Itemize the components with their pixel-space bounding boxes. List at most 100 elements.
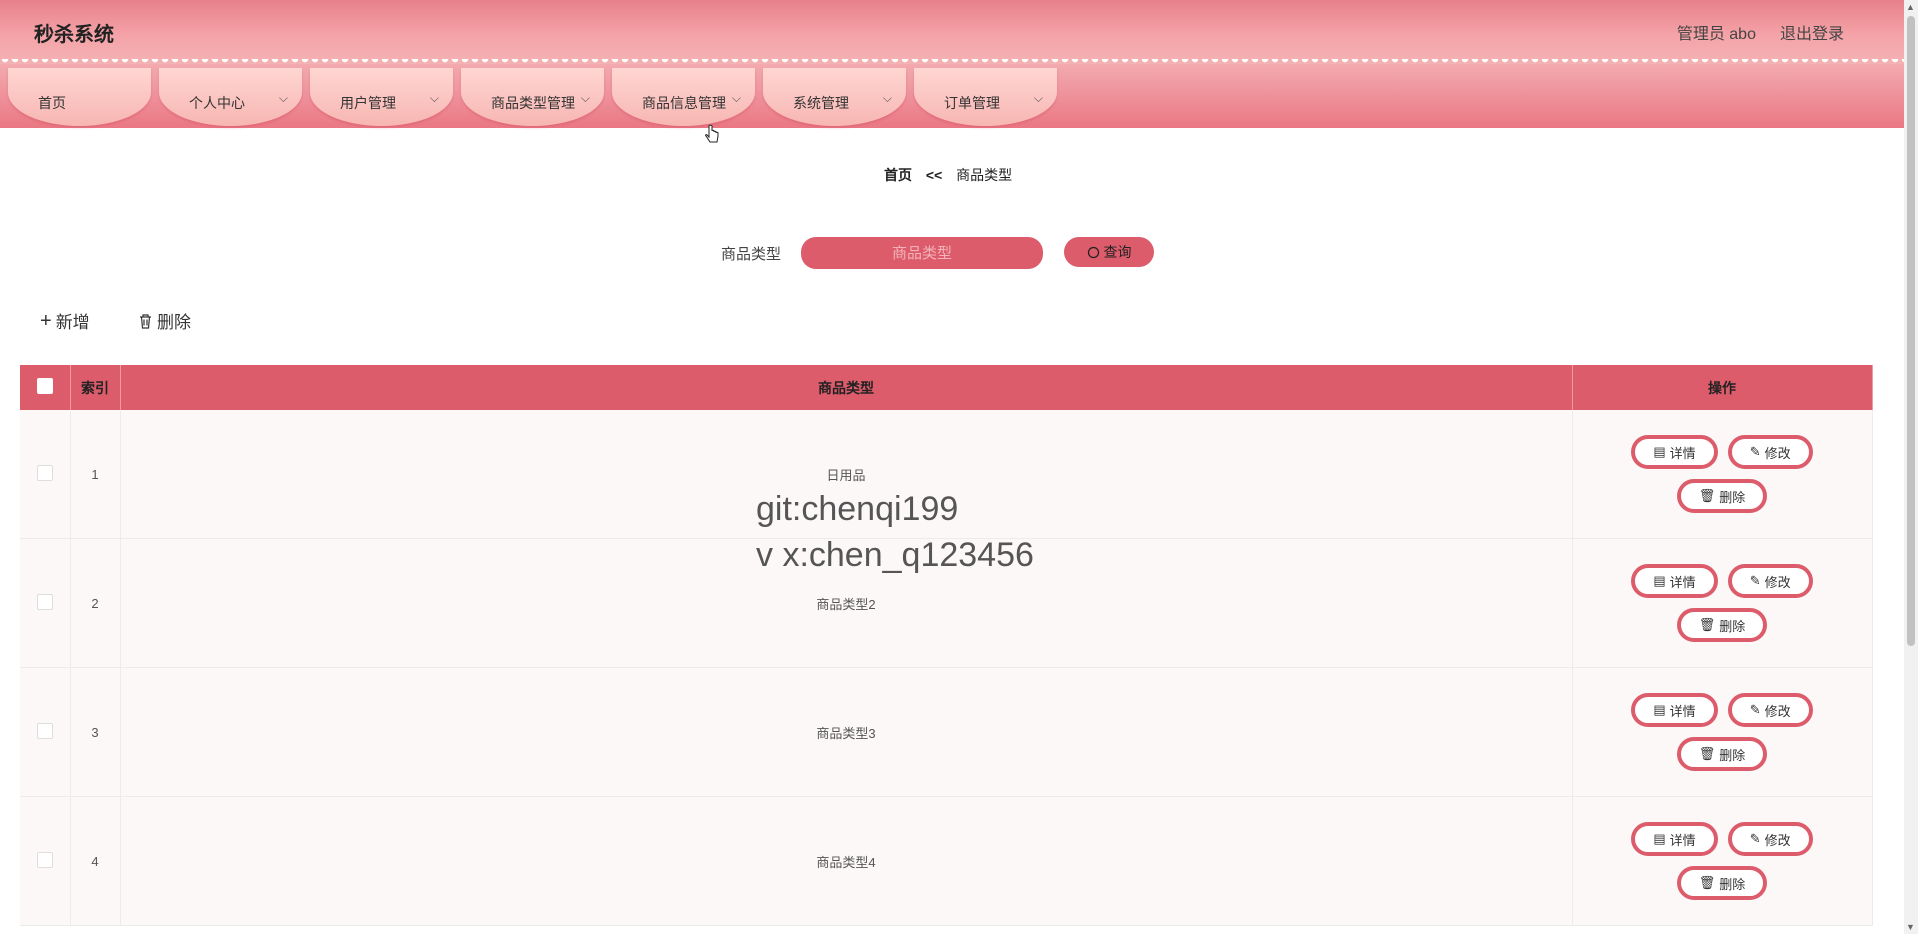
breadcrumb-current: 商品类型: [956, 167, 1013, 183]
table-header-row: 索引 商品类型 操作: [20, 365, 1873, 410]
row-delete-button[interactable]: 🗑 删除: [1676, 866, 1768, 900]
batch-delete-button[interactable]: 删除: [138, 308, 191, 333]
table-row: 3 商品类型3 ▤ 详情 ✎ 修改 🗑 删除: [20, 667, 1873, 797]
row-checkbox[interactable]: [36, 593, 53, 610]
row-checkbox[interactable]: [36, 464, 53, 481]
pencil-icon: ✎: [1749, 444, 1761, 459]
row-delete-button[interactable]: 🗑 删除: [1676, 608, 1768, 642]
row-delete-button[interactable]: 🗑 删除: [1676, 479, 1768, 513]
chevron-down-icon: ⌵: [580, 91, 590, 105]
detail-button-label: 详情: [1669, 445, 1696, 461]
detail-button-label: 详情: [1669, 832, 1696, 848]
detail-button[interactable]: ▤ 详情: [1631, 564, 1718, 598]
row-select-cell: [20, 796, 71, 926]
row-delete-button-label: 删除: [1719, 489, 1746, 505]
row-select-cell: [20, 538, 71, 668]
nav-bar: 首页 个人中心 ⌵ 用户管理 ⌵ 商品类型管理 ⌵ 商品信息管理 ⌵ 系统管理 ⌵ 订单管理 ⌵: [0, 64, 1904, 128]
scroll-up-arrow-icon[interactable]: ▲: [1906, 2, 1915, 12]
nav-item-5[interactable]: 系统管理 ⌵: [763, 68, 906, 126]
scroll-down-arrow-icon[interactable]: ▼: [1906, 922, 1915, 932]
edit-button-label: 修改: [1764, 832, 1791, 848]
table-row: 4 商品类型4 ▤ 详情 ✎ 修改 🗑 删除: [20, 796, 1873, 926]
trash-icon: [140, 313, 151, 329]
data-table: 索引 商品类型 操作 1 日用品 ▤ 详情 ✎ 修改 🗑 删除 2 商品类型2 ▤ 详情 ✎ 修改 🗑 删除 3…: [20, 365, 1873, 926]
document-icon: ▤: [1653, 573, 1666, 588]
row-ops: ▤ 详情 ✎ 修改 🗑 删除: [1572, 538, 1873, 668]
edit-button[interactable]: ✎ 修改: [1727, 693, 1813, 727]
pencil-icon: ✎: [1749, 702, 1761, 717]
nav-item-label: 用户管理: [340, 95, 396, 111]
breadcrumb: 首页 << 商品类型: [884, 165, 1012, 185]
user-label: 管理员 abo: [1676, 26, 1756, 43]
user-area: 管理员 abo 退出登录: [1677, 20, 1844, 44]
nav-item-label: 商品信息管理: [642, 95, 726, 111]
edit-button[interactable]: ✎ 修改: [1727, 435, 1813, 469]
nav-item-1[interactable]: 个人中心 ⌵: [159, 68, 302, 126]
search-button[interactable]: 查询: [1064, 237, 1154, 267]
select-all-checkbox[interactable]: [36, 378, 53, 394]
row-delete-button-label: 删除: [1719, 747, 1746, 763]
app-title: 秒杀系统: [34, 24, 114, 46]
nav-item-0[interactable]: 首页: [8, 68, 151, 126]
detail-button[interactable]: ▤ 详情: [1631, 435, 1718, 469]
row-checkbox[interactable]: [36, 851, 53, 868]
pencil-icon: ✎: [1749, 831, 1761, 846]
row-index: 2: [70, 538, 121, 668]
edit-button-label: 修改: [1764, 574, 1791, 590]
row-index: 4: [70, 796, 121, 926]
search-icon: [1087, 246, 1099, 258]
row-delete-button-label: 删除: [1719, 618, 1746, 634]
nav-item-label: 首页: [38, 95, 66, 111]
row-ops: ▤ 详情 ✎ 修改 🗑 删除: [1572, 796, 1873, 926]
row-checkbox[interactable]: [36, 722, 53, 739]
document-icon: ▤: [1653, 444, 1666, 459]
trash-icon: 🗑: [1698, 488, 1716, 503]
nav-item-4[interactable]: 商品信息管理 ⌵: [612, 68, 755, 126]
nav-item-label: 系统管理: [793, 95, 849, 111]
add-button[interactable]: + 新增: [40, 308, 90, 333]
row-index: 3: [70, 667, 121, 797]
nav-item-label: 商品类型管理: [491, 95, 575, 111]
detail-button[interactable]: ▤ 详情: [1631, 822, 1718, 856]
watermark-text: git:chenqi199 v x:chen_q123456: [756, 486, 1034, 578]
edit-button[interactable]: ✎ 修改: [1727, 564, 1813, 598]
batch-delete-button-label: 删除: [157, 313, 191, 332]
trash-icon: 🗑: [1698, 617, 1716, 632]
column-header-index: 索引: [70, 365, 121, 410]
trash-icon: 🗑: [1698, 875, 1716, 890]
trash-icon: 🗑: [1698, 746, 1716, 761]
detail-button[interactable]: ▤ 详情: [1631, 693, 1718, 727]
search-label: 商品类型: [721, 246, 782, 263]
search-input[interactable]: [801, 237, 1043, 269]
breadcrumb-separator: <<: [925, 167, 943, 183]
watermark-line-1: git:chenqi199: [756, 490, 959, 528]
scroll-thumb[interactable]: [1907, 16, 1915, 646]
nav-item-6[interactable]: 订单管理 ⌵: [914, 68, 1057, 126]
chevron-down-icon: ⌵: [882, 91, 892, 105]
nav-items: 首页 个人中心 ⌵ 用户管理 ⌵ 商品类型管理 ⌵ 商品信息管理 ⌵ 系统管理 ⌵ 订单管理 ⌵: [8, 68, 1057, 126]
nav-item-3[interactable]: 商品类型管理 ⌵: [461, 68, 604, 126]
plus-icon: +: [40, 309, 52, 332]
edit-button-label: 修改: [1764, 703, 1791, 719]
nav-item-2[interactable]: 用户管理 ⌵: [310, 68, 453, 126]
pencil-icon: ✎: [1749, 573, 1761, 588]
chevron-down-icon: ⌵: [731, 91, 741, 105]
edit-button[interactable]: ✎ 修改: [1727, 822, 1813, 856]
hand-cursor-icon: [705, 124, 719, 143]
detail-button-label: 详情: [1669, 703, 1696, 719]
detail-button-label: 详情: [1669, 574, 1696, 590]
row-select-cell: [20, 410, 71, 539]
chevron-down-icon: ⌵: [278, 91, 288, 105]
row-delete-button-label: 删除: [1719, 876, 1746, 892]
nav-item-label: 个人中心: [189, 95, 245, 111]
logout-link[interactable]: 退出登录: [1780, 20, 1844, 44]
column-header-type: 商品类型: [120, 365, 1573, 410]
nav-item-label: 订单管理: [944, 95, 1000, 111]
search-button-label: 查询: [1103, 244, 1132, 260]
select-all-cell: [20, 365, 71, 410]
chevron-down-icon: ⌵: [429, 91, 439, 105]
breadcrumb-home[interactable]: 首页: [884, 167, 912, 183]
row-select-cell: [20, 667, 71, 797]
row-delete-button[interactable]: 🗑 删除: [1676, 737, 1768, 771]
page-scrollbar[interactable]: ▲ ▼: [1904, 0, 1918, 934]
